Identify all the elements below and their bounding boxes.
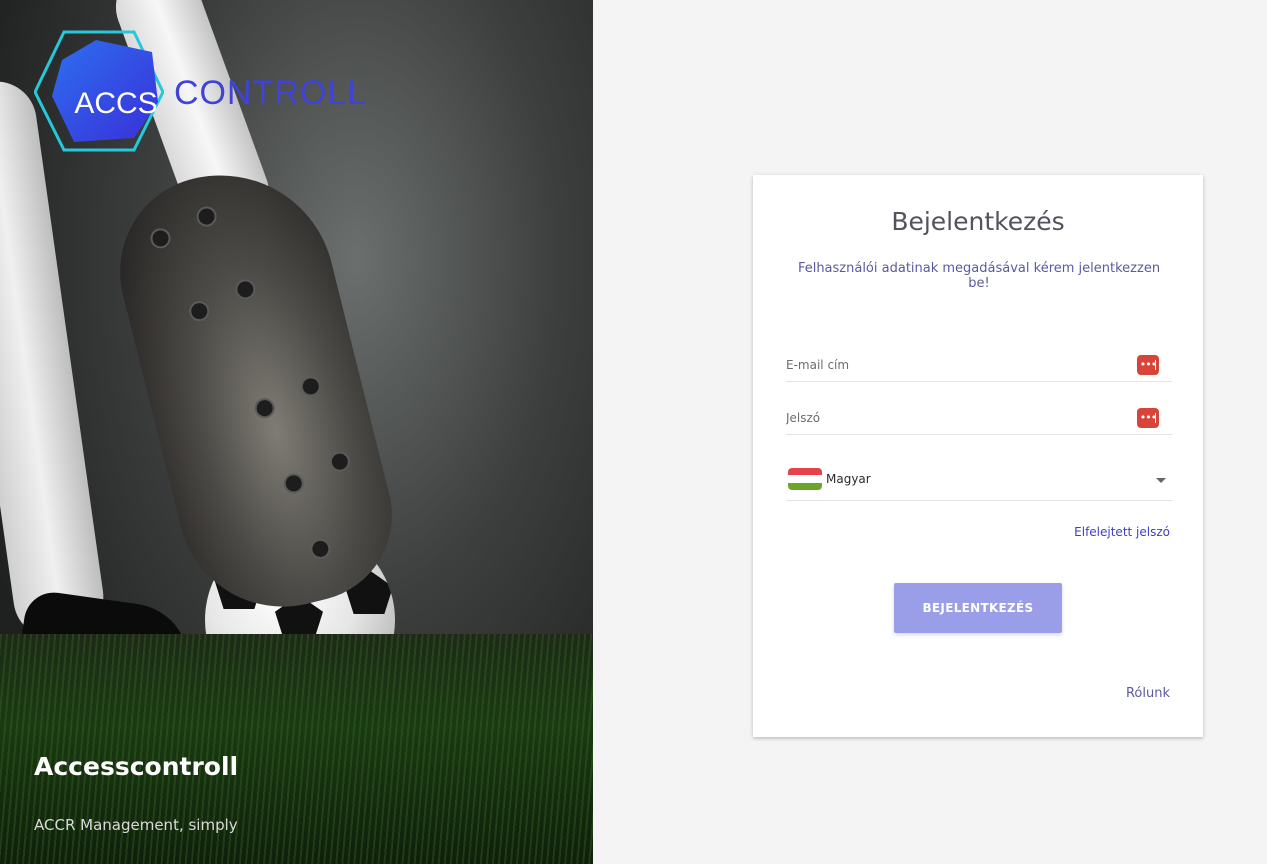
language-select[interactable]: Magyar (786, 465, 1172, 501)
hero-subtitle: ACCR Management, simply (34, 816, 238, 834)
password-field-container: ••• (786, 403, 1172, 435)
about-link[interactable]: Rólunk (1126, 686, 1170, 701)
hero-panel: ACCS CONTROLL Accesscontroll ACCR Manage… (0, 0, 593, 864)
language-select-value: Magyar (826, 472, 871, 486)
logo: ACCS CONTROLL (34, 30, 368, 154)
login-button[interactable]: BEJELENTKEZÉS (894, 583, 1062, 633)
logo-mark-text: ACCS (74, 87, 158, 120)
login-subtitle: Felhasználói adatinak megadásával kérem … (797, 261, 1161, 291)
password-manager-icon[interactable]: ••• (1137, 408, 1159, 428)
hero-image-boot (99, 151, 411, 629)
login-title-text: Bejelentkezés (891, 207, 1065, 236)
hungarian-flag-icon (788, 468, 822, 490)
forgot-password-link[interactable]: Elfelejtett jelszó (1074, 525, 1170, 539)
hero-image-leg (0, 76, 109, 644)
password-manager-icon[interactable]: ••• (1137, 355, 1159, 375)
login-card: Bejelentkezés Felhasználói adatinak mega… (753, 175, 1203, 737)
email-field-container: ••• (786, 350, 1172, 382)
email-field[interactable] (786, 350, 1126, 380)
logo-word-text: CONTROLL (174, 74, 368, 112)
hero-title: Accesscontroll (34, 752, 239, 781)
login-title: Bejelentkezés (753, 207, 1203, 236)
password-field[interactable] (786, 403, 1126, 433)
chevron-down-icon (1156, 478, 1166, 483)
